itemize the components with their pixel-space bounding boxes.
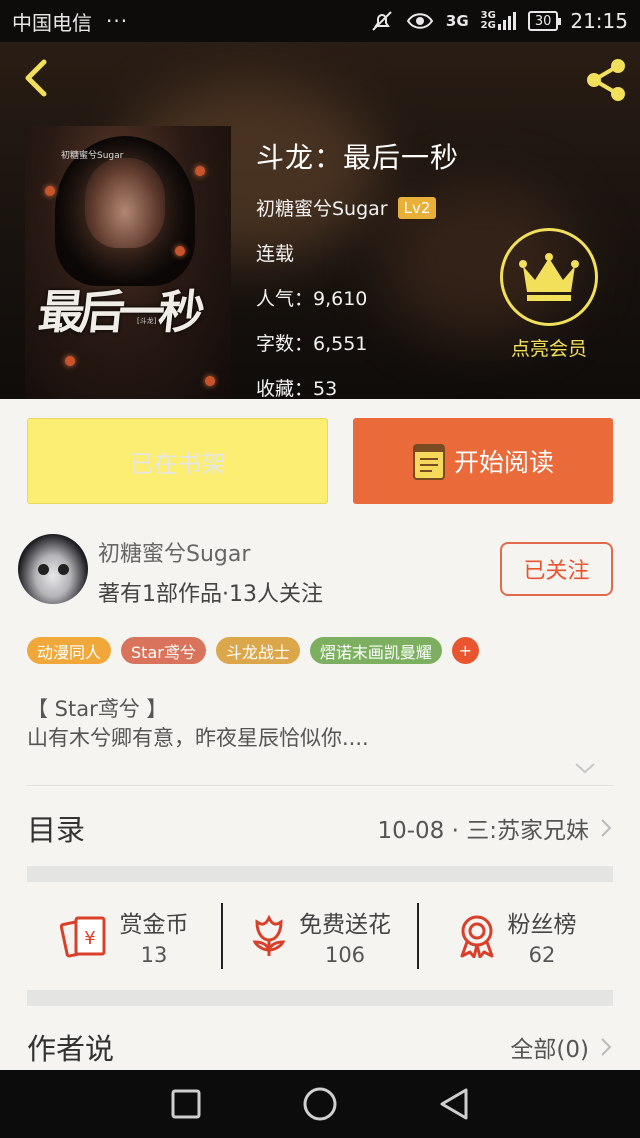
book-cover[interactable]: 初糖蜜兮Sugar 最后一秒 [斗龙] xyxy=(25,126,231,399)
status-dots: ··· xyxy=(106,9,129,33)
back-nav-icon[interactable] xyxy=(438,1087,470,1121)
vip-button[interactable]: 点亮会员 xyxy=(500,228,598,361)
clock: 21:15 xyxy=(570,9,628,33)
book-icon xyxy=(412,444,445,480)
eye-comfort-icon xyxy=(406,11,434,31)
cover-flower xyxy=(195,166,205,176)
home-icon[interactable] xyxy=(302,1086,338,1122)
book-popularity: 人气：9,610 xyxy=(256,288,368,310)
signal-icon: 3G 2G xyxy=(481,11,516,31)
on-shelf-button[interactable]: 已在书架 xyxy=(27,418,328,504)
author-say-all: 全部(0) xyxy=(510,1037,589,1063)
tag-more-button[interactable]: + xyxy=(451,637,479,664)
rewards-bar: ¥ 赏金币 13 免费送花 106 粉丝榜 62 xyxy=(27,883,613,989)
description-line: 【 Star鸢兮 】 xyxy=(27,697,168,721)
tag-list: 动漫同人 Star鸢兮 斗龙战士 熠诺末画凯曼耀 + xyxy=(27,637,479,664)
red-envelope-icon: ¥ xyxy=(59,916,105,958)
network-bottom: 2G xyxy=(480,20,496,31)
crown-icon xyxy=(500,228,598,326)
network-type: 3G xyxy=(445,12,469,30)
follow-button[interactable]: 已关注 xyxy=(500,542,613,596)
book-description: 【 Star鸢兮 】 山有木兮卿有意，昨夜星辰恰似你.... xyxy=(27,695,369,753)
author-name[interactable]: 初糖蜜兮Sugar xyxy=(98,536,250,568)
cover-flower xyxy=(65,356,75,366)
flower-icon xyxy=(252,914,286,956)
start-reading-button[interactable]: 开始阅读 xyxy=(353,418,613,504)
divider xyxy=(27,785,613,786)
start-reading-label: 开始阅读 xyxy=(453,448,554,477)
reward-label: 粉丝榜 xyxy=(507,912,577,938)
status-bar: 中国电信 ··· 3G 3G 2G 30 21:15 xyxy=(0,0,640,42)
tag-item[interactable]: Star鸢兮 xyxy=(121,637,206,664)
book-word-count: 字数：6,551 xyxy=(256,333,368,355)
reward-label: 赏金币 xyxy=(119,912,189,938)
tag-item[interactable]: 动漫同人 xyxy=(27,637,112,664)
cover-flower xyxy=(175,246,185,256)
recent-apps-icon[interactable] xyxy=(170,1088,202,1120)
book-status: 连载 xyxy=(256,243,295,265)
book-favorites: 收藏：53 xyxy=(256,378,338,399)
section-separator xyxy=(27,866,613,882)
system-nav-bar xyxy=(0,1070,640,1138)
back-button[interactable] xyxy=(18,58,58,98)
description-line: 山有木兮卿有意，昨夜星辰恰似你.... xyxy=(27,726,369,750)
avatar-eye xyxy=(38,564,49,575)
cover-art-face xyxy=(85,158,165,248)
author-say-title: 作者说 xyxy=(27,1032,115,1066)
status-right: 3G 3G 2G 30 21:15 xyxy=(370,9,628,33)
latest-chapter: 10-08 · 三:苏家兄妹 xyxy=(377,818,589,844)
reward-coins[interactable]: ¥ 赏金币 13 xyxy=(27,901,221,971)
book-author[interactable]: 初糖蜜兮Sugar xyxy=(256,194,388,221)
battery-indicator: 30 xyxy=(527,11,561,31)
chevron-down-icon[interactable] xyxy=(573,760,597,776)
catalog-row[interactable]: 目录 10-08 · 三:苏家兄妹 xyxy=(27,800,613,856)
book-title: 斗龙：最后一秒 xyxy=(256,141,460,174)
vip-label: 点亮会员 xyxy=(510,338,587,360)
carrier-name: 中国电信 xyxy=(12,10,92,35)
share-button[interactable] xyxy=(582,56,630,104)
share-icon xyxy=(587,59,625,101)
cover-flower xyxy=(45,186,55,196)
cover-subtitle: [斗龙] xyxy=(137,317,157,325)
chevron-right-icon xyxy=(601,1038,612,1056)
tag-item[interactable]: 熠诺末画凯曼耀 xyxy=(309,637,442,664)
level-badge: Lv2 xyxy=(397,196,437,219)
reward-flowers[interactable]: 免费送花 106 xyxy=(223,901,417,971)
cover-author: 初糖蜜兮Sugar xyxy=(61,151,124,161)
back-arrow-icon xyxy=(25,59,47,97)
chevron-right-icon xyxy=(601,819,612,837)
author-say-row[interactable]: 作者说 全部(0) xyxy=(27,1024,613,1070)
reward-value: 62 xyxy=(528,943,556,967)
catalog-title: 目录 xyxy=(27,813,86,847)
author-card: 初糖蜜兮Sugar 著有1部作品·13人关注 已关注 xyxy=(18,530,618,610)
reward-value: 106 xyxy=(324,943,366,967)
section-separator xyxy=(27,990,613,1006)
avatar-eye xyxy=(58,564,69,575)
reward-label: 免费送花 xyxy=(299,912,391,938)
avatar[interactable] xyxy=(18,534,88,604)
book-author-line: 初糖蜜兮Sugar Lv2 xyxy=(256,194,459,221)
cover-title: 最后一秒 xyxy=(35,285,202,339)
mute-icon xyxy=(370,9,394,33)
tag-item[interactable]: 斗龙战士 xyxy=(215,637,300,664)
author-stats: 著有1部作品·13人关注 xyxy=(98,582,323,607)
ribbon-badge-icon xyxy=(460,915,493,958)
book-info: 斗龙：最后一秒 初糖蜜兮Sugar Lv2 连载 人气：9,610 字数：6,5… xyxy=(256,136,459,399)
reward-value: 13 xyxy=(140,943,168,967)
book-header: 初糖蜜兮Sugar 最后一秒 [斗龙] 斗龙：最后一秒 初糖蜜兮Sugar Lv… xyxy=(0,42,640,399)
cover-flower xyxy=(205,376,215,386)
svg-text:¥: ¥ xyxy=(84,928,95,949)
reward-fans[interactable]: 粉丝榜 62 xyxy=(419,901,613,971)
